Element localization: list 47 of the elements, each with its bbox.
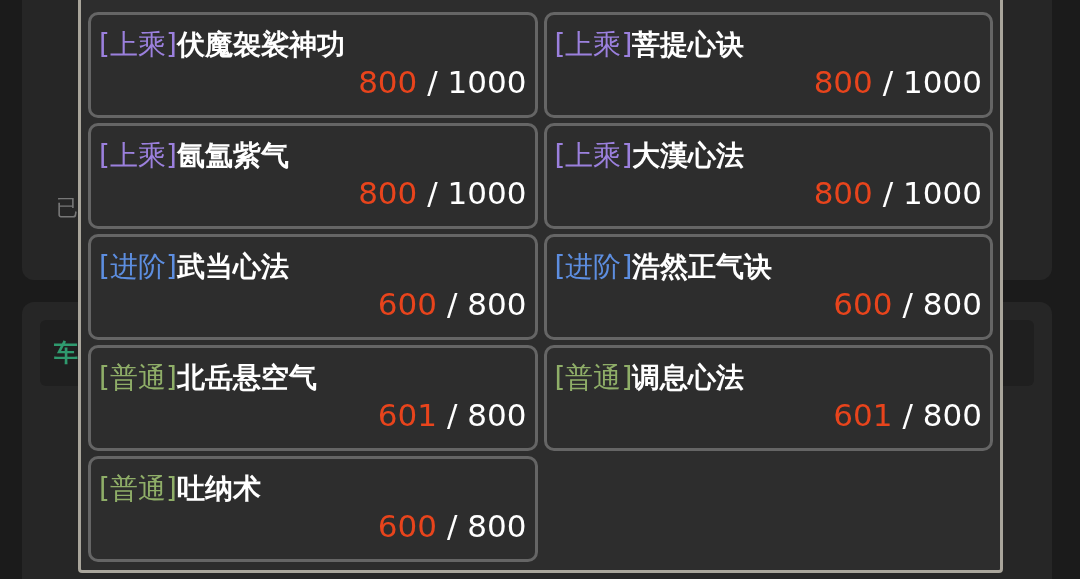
tier-label: [上乘] (99, 138, 177, 174)
max-value: / 800 (902, 285, 982, 323)
max-value: / 800 (447, 507, 527, 545)
tier-label: [上乘] (554, 27, 633, 63)
skill-card[interactable]: [上乘]伏魔袈裟神功 800 / 1000 (88, 12, 538, 118)
max-value: / 800 (447, 285, 527, 323)
skill-name: 伏魔袈裟神功 (176, 27, 345, 63)
current-value: 601 (833, 396, 893, 434)
skill-name: 浩然正气诀 (632, 249, 773, 285)
tier-label: [进阶] (554, 249, 633, 285)
max-value: / 1000 (427, 63, 527, 101)
current-value: 600 (833, 285, 893, 323)
max-value: / 1000 (882, 174, 982, 212)
skill-card[interactable]: [普通]吐纳术 600 / 800 (88, 456, 538, 562)
skill-card[interactable]: [进阶]浩然正气诀 600 / 800 (543, 234, 993, 340)
skill-card[interactable]: [上乘]菩提心诀 800 / 1000 (543, 12, 993, 118)
tier-label: [普通] (554, 360, 633, 396)
max-value: / 1000 (427, 174, 527, 212)
max-value: / 800 (902, 396, 982, 434)
skill-card[interactable]: [普通]调息心法 601 / 800 (543, 345, 993, 451)
tier-label: [进阶] (99, 249, 177, 285)
max-value: / 800 (447, 396, 527, 434)
skill-name: 调息心法 (632, 360, 745, 396)
current-value: 600 (377, 285, 438, 323)
skill-name: 吐纳术 (176, 471, 261, 507)
skill-name: 北岳悬空气 (176, 360, 317, 396)
max-value: / 1000 (882, 63, 982, 101)
current-value: 601 (377, 396, 438, 434)
tier-label: [上乘] (99, 27, 177, 63)
skill-card[interactable]: [进阶]武当心法 600 / 800 (88, 234, 538, 340)
skill-name: 大漢心法 (632, 138, 745, 174)
current-value: 800 (813, 63, 873, 101)
skill-card[interactable]: [上乘]大漢心法 800 / 1000 (543, 123, 993, 229)
skill-name: 菩提心诀 (632, 27, 745, 63)
current-value: 800 (813, 174, 873, 212)
current-value: 800 (358, 63, 418, 101)
tier-label: [上乘] (554, 138, 633, 174)
current-value: 800 (358, 174, 418, 212)
panel-text: 已 (56, 197, 78, 219)
skill-name: 氤氲紫气 (176, 138, 289, 174)
tier-label: [普通] (99, 471, 177, 507)
title-text: 车 (54, 341, 78, 365)
skill-name: 武当心法 (176, 249, 289, 285)
current-value: 600 (377, 507, 438, 545)
skill-card[interactable]: [普通]北岳悬空气 601 / 800 (88, 345, 538, 451)
skill-card[interactable]: [上乘]氤氲紫气 800 / 1000 (88, 123, 538, 229)
tier-label: [普通] (99, 360, 177, 396)
